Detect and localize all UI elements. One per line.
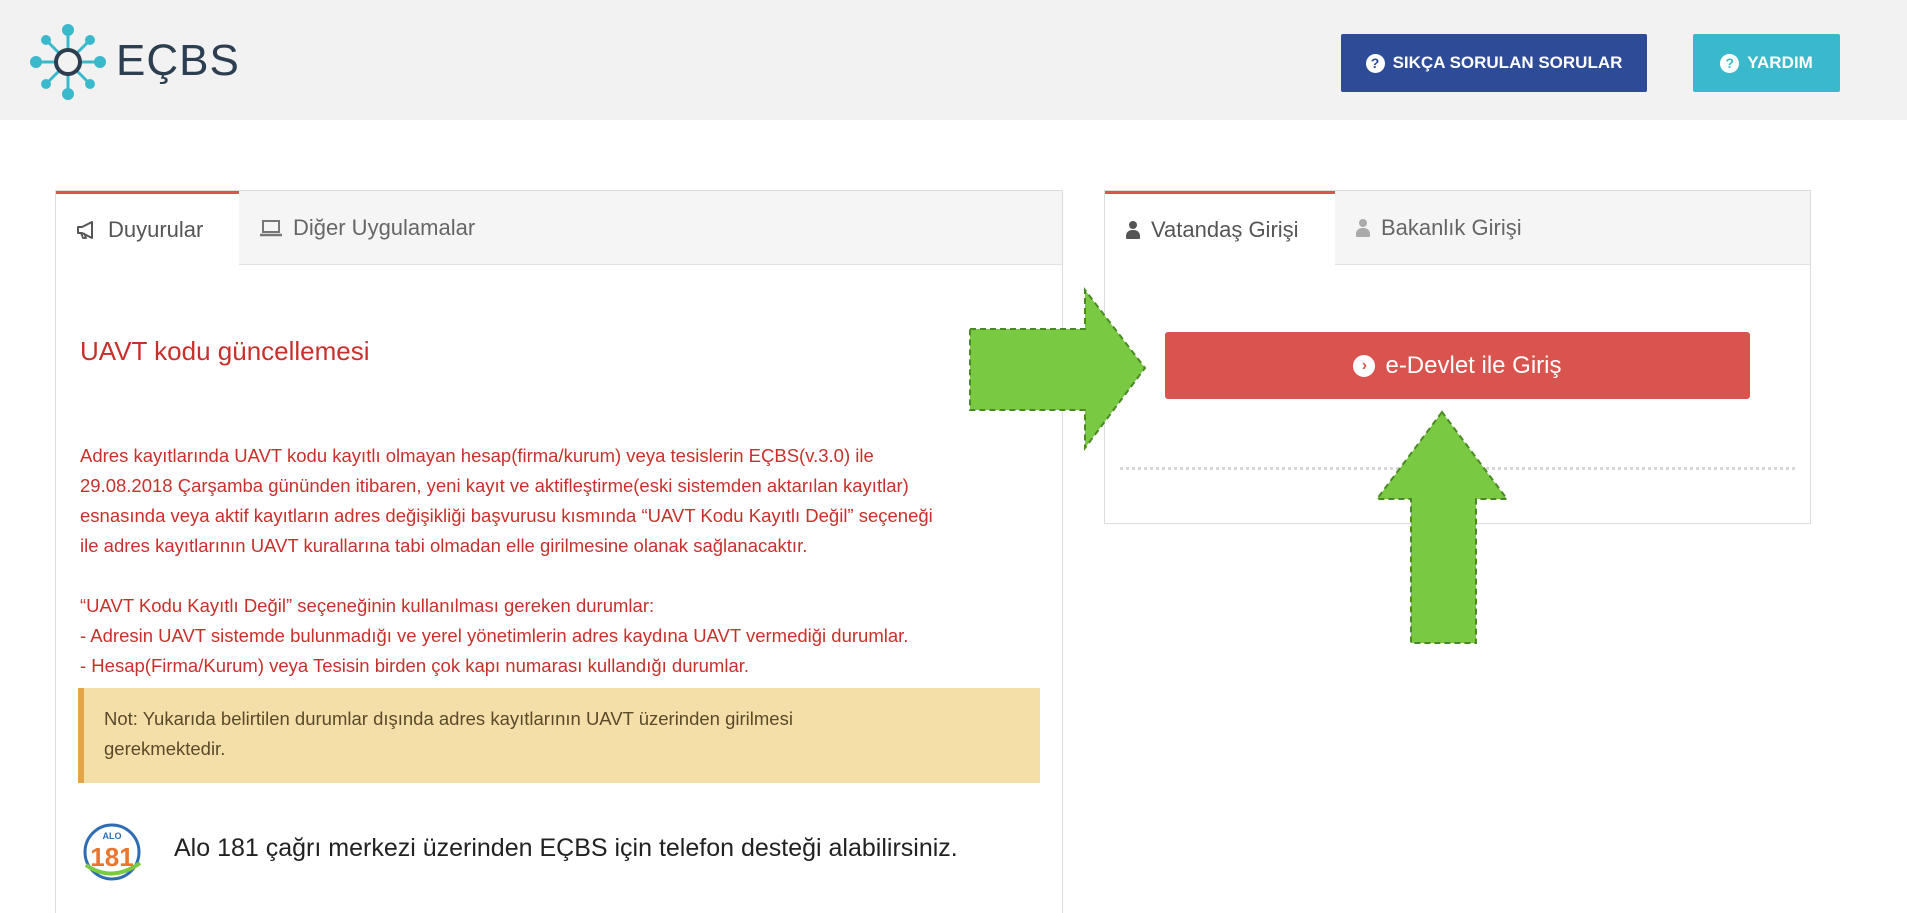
alo-logo-number: 181 bbox=[90, 842, 133, 872]
tab-ministry-login-label: Bakanlık Girişi bbox=[1381, 215, 1522, 240]
divider bbox=[1120, 467, 1795, 470]
laptop-icon bbox=[260, 220, 282, 237]
announcement-line: Adres kayıtlarında UAVT kodu kayıtlı olm… bbox=[80, 445, 874, 466]
announcement-line: ile adres kayıtlarının UAVT kurallarına … bbox=[80, 535, 808, 556]
tab-citizen-login-label: Vatandaş Girişi bbox=[1151, 217, 1299, 242]
tab-citizen-login[interactable]: Vatandaş Girişi bbox=[1105, 191, 1335, 266]
question-circle-icon: ? bbox=[1365, 53, 1385, 73]
brand-title[interactable]: EÇBS bbox=[116, 36, 240, 86]
condition-line: - Hesap(Firma/Kurum) veya Tesisin birden… bbox=[80, 655, 750, 676]
announcement-body: Adres kayıtlarında UAVT kodu kayıtlı olm… bbox=[80, 441, 1055, 561]
warning-note: Not: Yukarıda belirtilen durumlar dışınd… bbox=[78, 688, 1040, 783]
chevron-right-circle-icon: › bbox=[1353, 354, 1376, 377]
question-circle-icon: ? bbox=[1720, 53, 1740, 73]
note-line: gerekmektedir. bbox=[104, 738, 226, 759]
login-tabs: Vatandaş Girişi Bakanlık Girişi bbox=[1105, 191, 1810, 266]
user-icon bbox=[1125, 221, 1141, 239]
announcement-title: UAVT kodu güncellemesi bbox=[80, 336, 370, 366]
tab-other-apps-label: Diğer Uygulamalar bbox=[293, 215, 476, 240]
help-button[interactable]: ? YARDIM bbox=[1693, 34, 1840, 92]
announcement-line: 29.08.2018 Çarşamba gününden itibaren, y… bbox=[80, 475, 909, 496]
announcements-tabs: Duyurular Diğer Uygulamalar bbox=[56, 191, 1062, 266]
user-icon bbox=[1355, 219, 1371, 237]
edevlet-login-label: e-Devlet ile Giriş bbox=[1385, 351, 1562, 379]
faq-button[interactable]: ? SIKÇA SORULAN SORULAR bbox=[1341, 34, 1647, 92]
megaphone-icon bbox=[77, 221, 93, 239]
alo-logo-top-text: ALO bbox=[103, 831, 122, 841]
alo-support-text: Alo 181 çağrı merkezi üzerinden EÇBS içi… bbox=[174, 834, 958, 862]
help-button-label: YARDIM bbox=[1747, 53, 1813, 72]
tab-announcements-label: Duyurular bbox=[108, 217, 204, 242]
announcement-conditions: “UAVT Kodu Kayıtlı Değil” seçeneğinin ku… bbox=[80, 591, 1055, 681]
edevlet-login-button[interactable]: › e-Devlet ile Giriş bbox=[1165, 332, 1750, 399]
alo-181-logo-icon: ALO 181 bbox=[83, 823, 142, 881]
tab-ministry-login[interactable]: Bakanlık Girişi bbox=[1335, 191, 1563, 265]
top-header: EÇBS ? SIKÇA SORULAN SORULAR ? YARDIM bbox=[0, 0, 1907, 120]
announcements-panel: Duyurular Diğer Uygulamalar UAVT kodu gü… bbox=[55, 190, 1063, 913]
ecbs-logo-icon[interactable] bbox=[28, 22, 108, 102]
condition-line: - Adresin UAVT sistemde bulunmadığı ve y… bbox=[80, 625, 909, 646]
condition-line: “UAVT Kodu Kayıtlı Değil” seçeneğinin ku… bbox=[80, 595, 655, 616]
note-line: Not: Yukarıda belirtilen durumlar dışınd… bbox=[104, 708, 793, 729]
faq-button-label: SIKÇA SORULAN SORULAR bbox=[1392, 53, 1623, 72]
tab-announcements[interactable]: Duyurular bbox=[56, 191, 239, 266]
login-panel: Vatandaş Girişi Bakanlık Girişi › e-Devl… bbox=[1104, 190, 1811, 524]
tab-other-apps[interactable]: Diğer Uygulamalar bbox=[239, 191, 519, 265]
announcement-line: esnasında veya aktif kayıtların adres de… bbox=[80, 505, 933, 526]
